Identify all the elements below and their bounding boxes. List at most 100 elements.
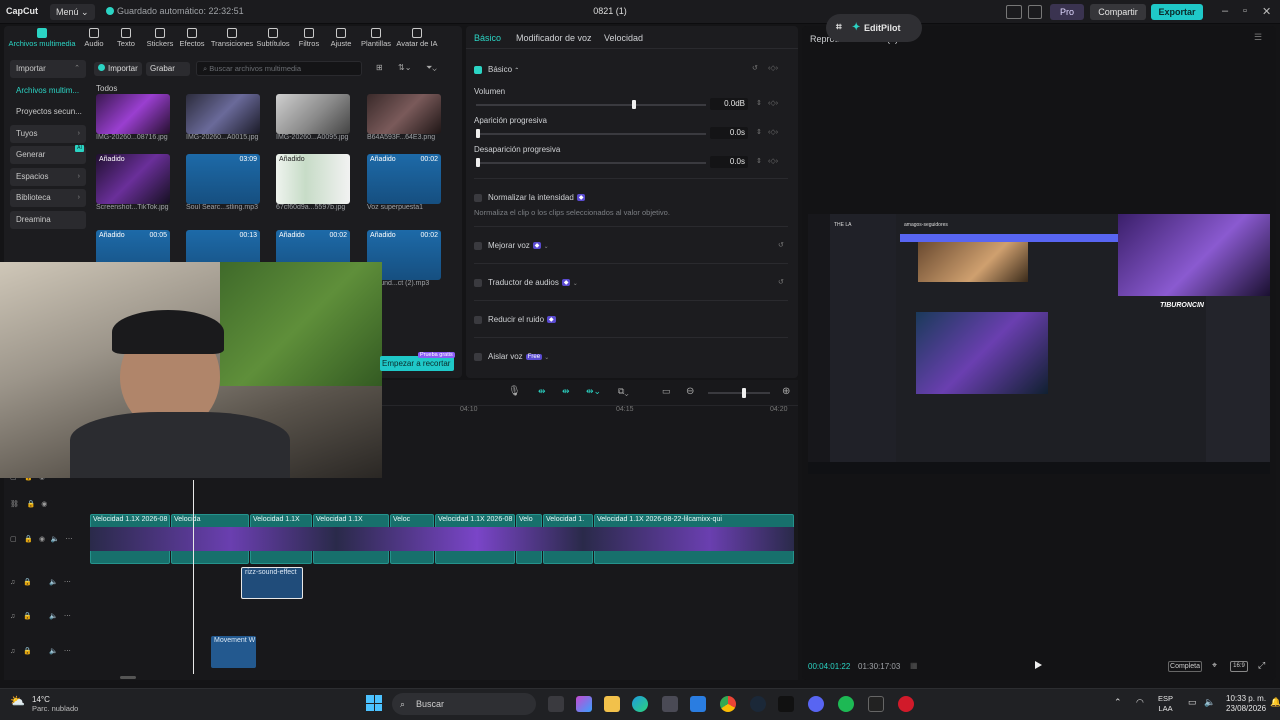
reset-icon[interactable]: ↺: [778, 241, 784, 249]
basic-checkbox[interactable]: [474, 66, 482, 74]
lock-icon[interactable]: 🔒: [23, 613, 32, 620]
tab-media[interactable]: Archivos multimedia: [6, 28, 78, 48]
sidebar-item-spaces[interactable]: Espacios ›: [10, 167, 86, 186]
visibility-icon[interactable]: ◉: [41, 501, 47, 508]
spotify-icon[interactable]: [838, 696, 854, 712]
layout-icon[interactable]: [1006, 5, 1022, 19]
chrome-icon[interactable]: [720, 696, 736, 712]
reset-icon[interactable]: ↺: [778, 278, 784, 286]
play-button[interactable]: [1035, 661, 1042, 669]
capcut-taskbar-icon[interactable]: [778, 696, 794, 712]
export-button[interactable]: Exportar: [1151, 4, 1203, 20]
lock-icon[interactable]: 🔒: [27, 501, 36, 508]
close-icon[interactable]: ✕: [1262, 5, 1271, 18]
snap-icon[interactable]: ⇹⌄: [586, 386, 601, 397]
editpilot-button[interactable]: ⌗ ✦ EditPilot: [826, 14, 922, 42]
more-icon[interactable]: ⋯: [64, 648, 71, 655]
reset-icon[interactable]: ↺: [752, 64, 758, 72]
tab-basic[interactable]: Básico: [474, 33, 501, 43]
sidebar-item-yours[interactable]: Tuyos ›: [10, 124, 86, 143]
tab-speed[interactable]: Velocidad: [604, 33, 643, 43]
chain-icon[interactable]: ⛓: [10, 501, 19, 508]
tab-templates[interactable]: Plantillas: [356, 28, 396, 48]
keyframe-nav-icon[interactable]: ‹◇›: [768, 64, 778, 72]
media-item[interactable]: Añadido 00:02 Voz superpuesta1: [367, 154, 447, 211]
zoom-out-icon[interactable]: ⊖: [686, 386, 694, 397]
sidebar-item-generate[interactable]: Generar AI: [10, 145, 86, 164]
volume-icon[interactable]: 🔈: [1204, 697, 1215, 708]
media-item[interactable]: Añadido 67cf60d9a...5597b.jpg: [276, 154, 356, 211]
caption-icon[interactable]: ▭: [662, 386, 671, 397]
tab-ai-avatar[interactable]: Avatar de IA: [394, 28, 440, 48]
media-item[interactable]: IMG-20260...A0015.jpg: [186, 94, 266, 141]
media-item[interactable]: 03:09 Soul Searc...stling.mp3: [186, 154, 266, 211]
tab-effects[interactable]: Efectos: [172, 28, 212, 48]
capcut-active-icon[interactable]: [868, 696, 884, 712]
network-icon[interactable]: ▭: [1188, 697, 1197, 708]
outlook-icon[interactable]: [690, 696, 706, 712]
tab-text[interactable]: Texto: [108, 28, 144, 48]
tab-transitions[interactable]: Transiciones: [208, 28, 256, 48]
stepper-icon[interactable]: ⇕: [756, 99, 762, 107]
snapshot-icon[interactable]: ⌖: [1212, 660, 1217, 671]
shortcuts-icon[interactable]: [1028, 5, 1042, 19]
system-clock[interactable]: 10:33 p. m. 23/08/2026: [1226, 694, 1266, 714]
chevron-up-icon[interactable]: ⌃: [1114, 697, 1122, 708]
audio-track-icon[interactable]: ♫: [10, 648, 15, 655]
wifi-icon[interactable]: ◠: [1136, 697, 1144, 708]
media-item[interactable]: IMG-20260...08716.jpg: [96, 94, 176, 141]
task-view-icon[interactable]: [548, 696, 564, 712]
speaker-icon[interactable]: 🔈: [51, 536, 60, 543]
keyframe-nav-icon[interactable]: ‹◇›: [768, 128, 778, 136]
menu-button[interactable]: Menú ⌄: [50, 4, 95, 20]
store-icon[interactable]: [662, 696, 678, 712]
weather-widget[interactable]: 14°C Parc. nublado: [32, 695, 78, 713]
audio-track-icon[interactable]: ♫: [10, 579, 15, 586]
share-button[interactable]: Compartir: [1090, 4, 1146, 20]
keyframe-nav-icon[interactable]: ‹◇›: [768, 157, 778, 165]
player-menu-icon[interactable]: ☰: [1254, 32, 1262, 43]
isolate-voice-checkbox[interactable]: [474, 353, 482, 361]
notification-icon[interactable]: 🔔: [1270, 697, 1280, 708]
stepper-icon[interactable]: ⇕: [756, 128, 762, 136]
fade-in-slider[interactable]: [476, 133, 706, 135]
audio-clip-sfx[interactable]: rizz-sound-effect: [241, 567, 303, 599]
app-icon[interactable]: [898, 696, 914, 712]
tab-subtitles[interactable]: Subtítulos: [254, 28, 292, 48]
fade-out-value[interactable]: 0.0s: [710, 156, 748, 168]
sidebar-item-library[interactable]: Biblioteca ›: [10, 189, 86, 207]
minimize-icon[interactable]: –: [1222, 5, 1228, 17]
video-track-icon[interactable]: ▢: [10, 536, 17, 543]
audio-clip-movement[interactable]: Movement W: [211, 636, 256, 668]
volume-slider[interactable]: [476, 104, 706, 106]
tab-voice-changer[interactable]: Modificador de voz: [516, 33, 592, 43]
speaker-icon[interactable]: 🔈: [49, 579, 58, 586]
copilot-icon[interactable]: [576, 696, 592, 712]
import-button[interactable]: Importar: [94, 62, 142, 76]
sidebar-item-import[interactable]: Importar ⌃: [10, 60, 86, 78]
start-icon[interactable]: [366, 695, 382, 711]
tab-audio[interactable]: Audio: [76, 28, 112, 48]
zoom-slider[interactable]: [708, 392, 770, 394]
translator-checkbox[interactable]: [474, 279, 482, 287]
media-item[interactable]: B64A593F...64E3.png: [367, 94, 447, 141]
horizontal-scrollbar[interactable]: [120, 676, 136, 679]
fullscreen-icon[interactable]: ⤢: [1258, 660, 1265, 671]
record-button[interactable]: Grabar: [146, 62, 190, 76]
magnet-icon[interactable]: ⇹: [562, 386, 570, 397]
media-item[interactable]: Añadido Screenshot...TikTok.jpg: [96, 154, 176, 211]
sidebar-item-dreamina[interactable]: Dreamina: [10, 210, 86, 229]
sort-icon[interactable]: ⇅⌄: [398, 63, 411, 72]
fade-in-slider-knob[interactable]: [476, 129, 480, 138]
audio-track-icon[interactable]: ♫: [10, 613, 15, 620]
media-search-input[interactable]: ⌕ Buscar archivos multimedia: [196, 61, 362, 76]
noise-reduction-checkbox[interactable]: [474, 316, 482, 324]
visibility-icon[interactable]: ◉: [39, 536, 45, 543]
pro-button[interactable]: Pro: [1050, 4, 1084, 20]
more-icon[interactable]: ⋯: [64, 579, 71, 586]
more-icon[interactable]: ⋯: [65, 536, 72, 543]
grid-view-icon[interactable]: ⊞: [376, 63, 383, 72]
keyframe-nav-icon[interactable]: ‹◇›: [768, 99, 778, 107]
discord-icon[interactable]: [808, 696, 824, 712]
more-icon[interactable]: ⋯: [64, 613, 71, 620]
